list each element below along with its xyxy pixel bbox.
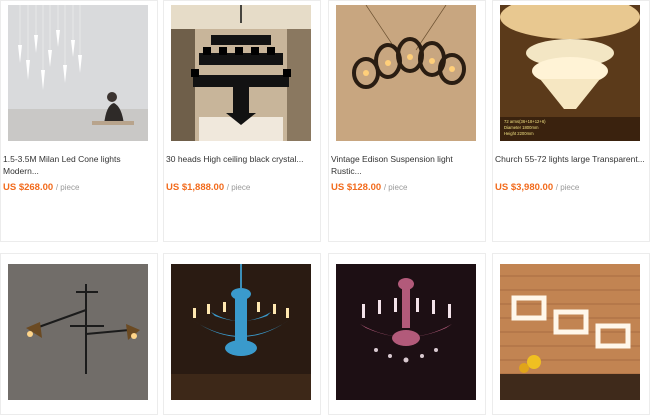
product-image[interactable] [8,264,148,400]
product-price: US $1,888.00 / piece [166,182,251,193]
product-card[interactable]: Vintage Edison Suspension light Rustic...… [328,0,486,242]
product-card[interactable] [492,253,650,415]
product-price: US $268.00 / piece [3,182,80,193]
image-caption: Height 2200mm [504,131,534,136]
product-price: US $128.00 / piece [331,182,408,193]
product-card[interactable] [328,253,486,415]
product-card[interactable]: 30 heads High ceiling black crystal... U… [163,0,321,242]
product-image[interactable] [336,5,476,141]
product-card[interactable] [0,253,158,415]
image-caption: Diameter 1800mm [504,125,539,130]
product-image[interactable] [500,264,640,400]
product-card[interactable]: 1.5-3.5M Milan Led Cone lights Modern... … [0,0,158,242]
product-image[interactable] [8,5,148,141]
product-image[interactable] [171,5,311,141]
product-title[interactable]: Vintage Edison Suspension light Rustic... [331,153,483,177]
product-title[interactable]: 30 heads High ceiling black crystal... [166,153,318,165]
product-price: US $3,980.00 / piece [495,182,580,193]
product-title[interactable]: 1.5-3.5M Milan Led Cone lights Modern... [3,153,155,177]
product-image[interactable] [171,264,311,400]
product-image[interactable] [336,264,476,400]
image-caption: 72 arms(36+18+12+6) [504,119,546,124]
product-card[interactable]: 72 arms(36+18+12+6) Diameter 1800mm Heig… [492,0,650,242]
product-card[interactable] [163,253,321,415]
product-title[interactable]: Church 55-72 lights large Transparent... [495,153,647,165]
product-image[interactable]: 72 arms(36+18+12+6) Diameter 1800mm Heig… [500,5,640,141]
